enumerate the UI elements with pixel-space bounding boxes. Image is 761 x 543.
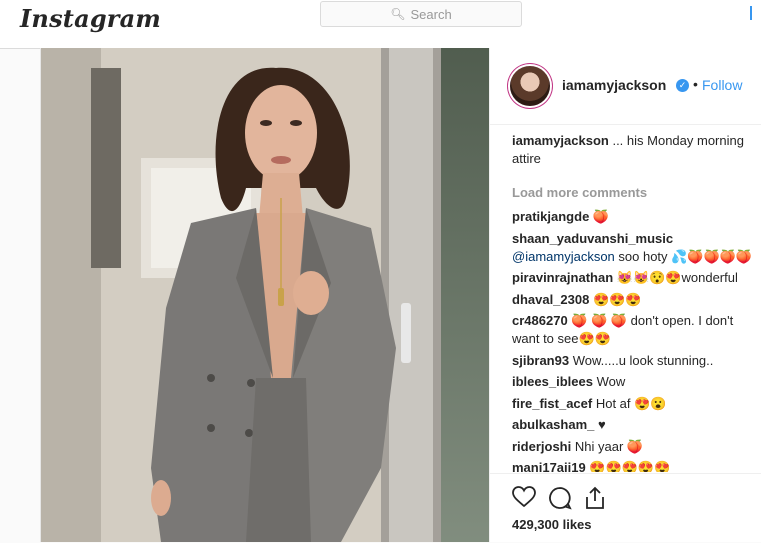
comment-username[interactable]: iblees_iblees xyxy=(512,374,593,389)
post-sidebar: iamamyjackson ✓ • Follow iamamyjackson .… xyxy=(489,48,761,542)
comment-username[interactable]: riderjoshi xyxy=(512,439,571,454)
comment-item: abulkasham_ ♥ xyxy=(512,416,761,434)
comment-username[interactable]: shaan_yaduvanshi_music xyxy=(512,231,673,246)
comment-text: 😍😍😍 xyxy=(589,291,642,307)
comment-item: fire_fist_acef Hot af 😍😮 xyxy=(512,395,761,413)
comments-list[interactable]: iamamyjackson ... his Monday morning att… xyxy=(512,132,761,472)
comment-item: shaan_yaduvanshi_music @iamamyjackson so… xyxy=(512,230,761,266)
comment-username[interactable]: cr486270 xyxy=(512,313,568,328)
likes-count[interactable]: 429,300 likes xyxy=(512,517,592,532)
top-navigation-bar: Instagram 🔍︎ Search xyxy=(0,0,761,49)
share-icon[interactable] xyxy=(584,486,606,510)
comment-item: piravinrajnathan 😻😻😯😍wonderful xyxy=(512,269,761,287)
comment-item: riderjoshi Nhi yaar 🍑 xyxy=(512,438,761,456)
comment-username[interactable]: piravinrajnathan xyxy=(512,270,613,285)
post-actions: 429,300 likes xyxy=(490,473,761,543)
comment-text: Hot af 😍😮 xyxy=(592,395,667,411)
comment-item: mani17aji19 😍😍😍😍😍 xyxy=(512,459,761,472)
comment-item: sjibran93 Wow.....u look stunning.. xyxy=(512,352,761,370)
comment-text: Wow.....u look stunning.. xyxy=(569,352,714,368)
comment-item: iblees_iblees Wow xyxy=(512,373,761,391)
caption-username[interactable]: iamamyjackson xyxy=(512,133,609,148)
comment-item: cr486270 🍑 🍑 🍑 don't open. I don't want … xyxy=(512,312,761,348)
comment-text: soo hoty 💦🍑🍑🍑🍑 xyxy=(614,248,753,264)
post-caption: iamamyjackson ... his Monday morning att… xyxy=(512,132,761,168)
heart-icon[interactable] xyxy=(512,486,536,508)
comment-item: dhaval_2308 😍😍😍 xyxy=(512,291,761,309)
verified-badge-icon: ✓ xyxy=(676,79,689,92)
post-modal: iamamyjackson ✓ • Follow iamamyjackson .… xyxy=(40,48,761,542)
comment-username[interactable]: pratikjangde xyxy=(512,209,589,224)
author-avatar[interactable] xyxy=(510,66,550,106)
follow-button[interactable]: Follow xyxy=(702,77,742,93)
comment-text: ♥ xyxy=(594,417,606,432)
author-username[interactable]: iamamyjackson xyxy=(562,77,666,93)
comment-icon[interactable] xyxy=(548,486,572,510)
instagram-logo[interactable]: Instagram xyxy=(20,4,161,33)
edge-indicator xyxy=(750,6,752,20)
post-photo[interactable] xyxy=(41,48,489,542)
comment-text: 😍😍😍😍😍 xyxy=(585,460,671,472)
search-placeholder: Search xyxy=(410,6,452,22)
header-separator: • xyxy=(693,76,698,92)
comment-text: Wow xyxy=(592,374,626,389)
comment-username[interactable]: mani17aji19 xyxy=(512,460,586,472)
load-more-comments-button[interactable]: Load more comments xyxy=(512,184,761,202)
comment-mention[interactable]: @iamamyjackson xyxy=(512,249,615,264)
comment-text: 😻😻😯😍wonderful xyxy=(613,270,738,285)
comment-item: pratikjangde 🍑 xyxy=(512,208,761,226)
search-icon: 🔍︎ xyxy=(390,7,406,21)
search-input[interactable]: 🔍︎ Search xyxy=(320,1,522,27)
comment-username[interactable]: fire_fist_acef xyxy=(512,396,592,411)
comment-text: Nhi yaar 🍑 xyxy=(571,438,644,454)
comment-username[interactable]: abulkasham_ xyxy=(512,417,594,432)
comment-username[interactable]: sjibran93 xyxy=(512,353,569,368)
comment-text: 🍑 xyxy=(589,209,610,224)
post-header: iamamyjackson ✓ • Follow xyxy=(490,48,761,125)
comment-username[interactable]: dhaval_2308 xyxy=(512,292,589,307)
post-image-illustration xyxy=(41,48,489,542)
